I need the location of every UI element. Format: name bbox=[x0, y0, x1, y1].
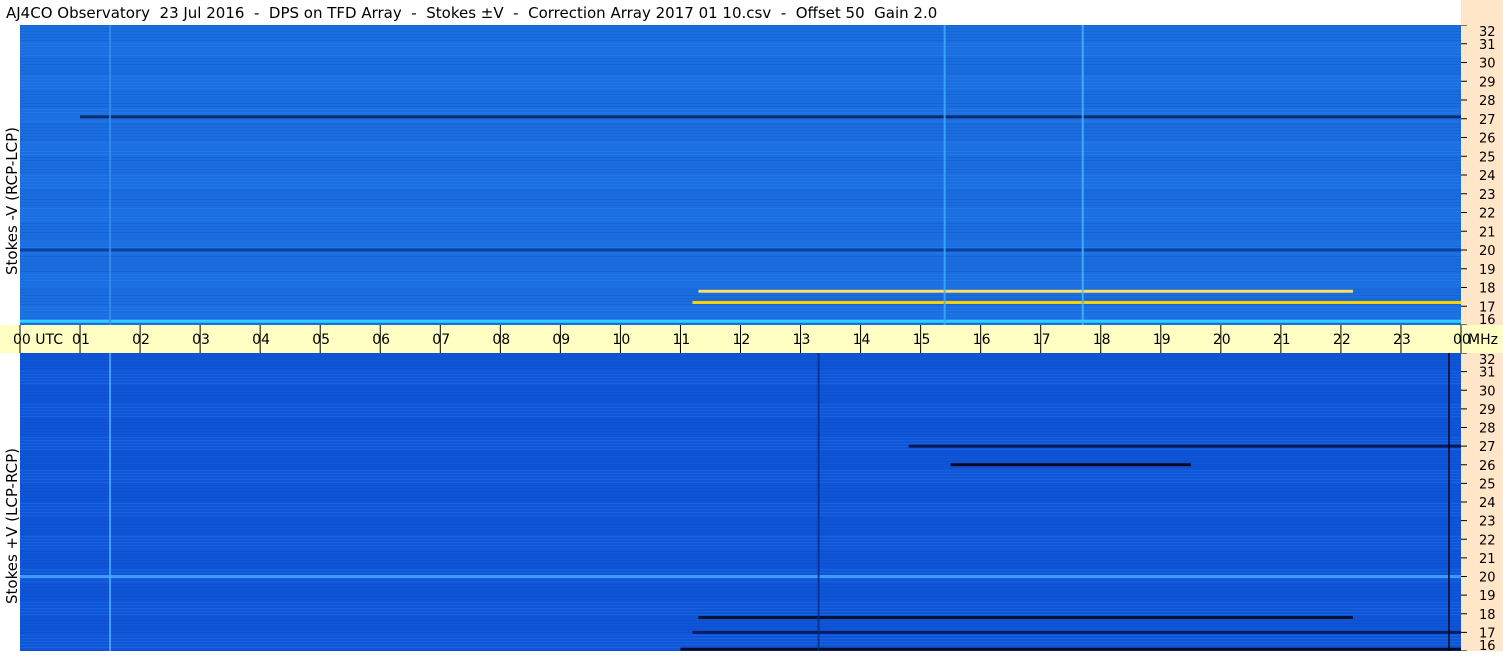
freq-tick-label: 24 bbox=[1479, 169, 1496, 184]
frequency-axis-top: 16 17 18 19 20 21 22 23 24 25 26 27 28 29 30 31 32 bbox=[1461, 25, 1503, 325]
time-tick-label: 21 bbox=[1273, 332, 1291, 348]
spectrogram-background bbox=[20, 353, 1461, 651]
freq-tick-label: 30 bbox=[1479, 57, 1496, 72]
time-tick-label: 02 bbox=[132, 332, 150, 348]
chart-title: AJ4CO Observatory 23 Jul 2016 - DPS on T… bbox=[6, 4, 938, 22]
freq-tick-label: 31 bbox=[1479, 38, 1496, 53]
time-tick-label: 06 bbox=[372, 332, 390, 348]
frequency-ticks-bottom: 1617181920212223242526272829303132 bbox=[1461, 353, 1496, 651]
bottom-margin bbox=[0, 651, 1503, 672]
freq-tick-label: 32 bbox=[1479, 25, 1496, 40]
feature-band-0-0 bbox=[80, 115, 1461, 119]
freq-tick-label: 26 bbox=[1479, 132, 1496, 147]
feature-vline-1-6 bbox=[109, 353, 112, 651]
frequency-ticks-top: 1617181920212223242526272829303132 bbox=[1461, 25, 1496, 325]
feature-band-0-4 bbox=[20, 248, 1461, 252]
freq-tick-label: 25 bbox=[1479, 477, 1496, 492]
freq-tick-label: 25 bbox=[1479, 150, 1496, 165]
feature-band-1-2 bbox=[698, 615, 1353, 619]
freq-tick-label: 21 bbox=[1479, 552, 1496, 567]
freq-tick-label: 27 bbox=[1479, 113, 1496, 128]
feature-band-0-3 bbox=[20, 319, 1461, 323]
freq-tick-label: 26 bbox=[1479, 459, 1496, 474]
time-tick-label: 15 bbox=[913, 332, 931, 348]
freq-tick-label: 28 bbox=[1479, 422, 1496, 437]
freq-tick-label: 18 bbox=[1479, 608, 1496, 623]
freq-tick-label: 30 bbox=[1479, 384, 1496, 399]
y-axis-label-bottom: Stokes +V (LCP-RCP) bbox=[3, 448, 21, 604]
freq-tick-label: 23 bbox=[1479, 515, 1496, 530]
tick-strip-corner bbox=[1461, 0, 1503, 25]
time-tick-label: 20 bbox=[1213, 332, 1231, 348]
freq-tick-label: 19 bbox=[1479, 263, 1496, 278]
time-tick-label: 16 bbox=[973, 332, 991, 348]
feature-band-1-3 bbox=[692, 630, 1461, 634]
freq-tick-label: 18 bbox=[1479, 282, 1496, 297]
time-tick-label: 13 bbox=[793, 332, 811, 348]
time-tick-label: 23 bbox=[1393, 332, 1411, 348]
spectrogram-panel-top bbox=[20, 25, 1461, 325]
freq-tick-label: 28 bbox=[1479, 94, 1496, 109]
frequency-axis-bottom: 16 17 18 19 20 21 22 23 24 25 26 27 28 29 30 31 32 bbox=[1461, 353, 1503, 651]
feature-band-1-5 bbox=[20, 575, 1461, 578]
spectrogram-bottom bbox=[20, 353, 1461, 651]
feature-vline-1-7 bbox=[817, 353, 820, 651]
freq-tick-label: 20 bbox=[1479, 244, 1496, 259]
time-tick-label: 12 bbox=[733, 332, 751, 348]
feature-band-0-2 bbox=[692, 301, 1461, 304]
freq-tick-label: 32 bbox=[1479, 353, 1496, 368]
freq-tick-label: 29 bbox=[1479, 75, 1496, 90]
time-tick-label: 19 bbox=[1153, 332, 1171, 348]
freq-tick-label: 27 bbox=[1479, 440, 1496, 455]
freq-tick-label: 22 bbox=[1479, 207, 1496, 222]
time-tick-label: 01 bbox=[72, 332, 90, 348]
time-tick-label: 10 bbox=[612, 332, 630, 348]
freq-tick-label: 17 bbox=[1479, 626, 1496, 641]
frequency-unit-label: MHz bbox=[1468, 332, 1498, 348]
time-axis: 00 UTC 01 02 03 04 05 06 07 08 09 10 11 12 13 14 15 16 17… bbox=[0, 325, 1503, 353]
time-tick-label: 11 bbox=[672, 332, 690, 348]
time-tick-label: 07 bbox=[432, 332, 450, 348]
feature-vline-0-5 bbox=[109, 25, 112, 325]
time-tick-label: 08 bbox=[492, 332, 510, 348]
y-axis-label-top: Stokes -V (RCP-LCP) bbox=[3, 127, 21, 275]
freq-tick-label: 23 bbox=[1479, 188, 1496, 203]
feature-vline-0-6 bbox=[943, 25, 946, 325]
time-tick-label: 00 UTC bbox=[13, 332, 63, 348]
freq-tick-label: 19 bbox=[1479, 589, 1496, 604]
time-tick-label: 17 bbox=[1033, 332, 1051, 348]
feature-vline-0-7 bbox=[1081, 25, 1084, 325]
time-tick-label: 09 bbox=[552, 332, 570, 348]
feature-band-1-1 bbox=[950, 463, 1191, 467]
time-axis-ticks: 00 UTC 01 02 03 04 05 06 07 08 09 10 11 12 13 14 15 16 17… bbox=[13, 325, 1498, 353]
feature-band-1-0 bbox=[908, 444, 1461, 448]
freq-tick-label: 20 bbox=[1479, 571, 1496, 586]
freq-tick-label: 24 bbox=[1479, 496, 1496, 511]
feature-band-0-1 bbox=[698, 289, 1353, 293]
spectrogram-panel-bottom bbox=[20, 353, 1461, 651]
feature-vline-1-8 bbox=[1447, 353, 1450, 651]
freq-tick-label: 22 bbox=[1479, 533, 1496, 548]
freq-tick-label: 29 bbox=[1479, 403, 1496, 418]
time-tick-label: 22 bbox=[1333, 332, 1351, 348]
time-tick-label: 14 bbox=[853, 332, 871, 348]
spectrogram-top bbox=[20, 25, 1461, 325]
time-tick-label: 05 bbox=[312, 332, 330, 348]
time-tick-label: 04 bbox=[252, 332, 270, 348]
freq-tick-label: 17 bbox=[1479, 300, 1496, 315]
time-tick-label: 18 bbox=[1093, 332, 1111, 348]
time-tick-label: 03 bbox=[192, 332, 210, 348]
freq-tick-label: 21 bbox=[1479, 225, 1496, 240]
